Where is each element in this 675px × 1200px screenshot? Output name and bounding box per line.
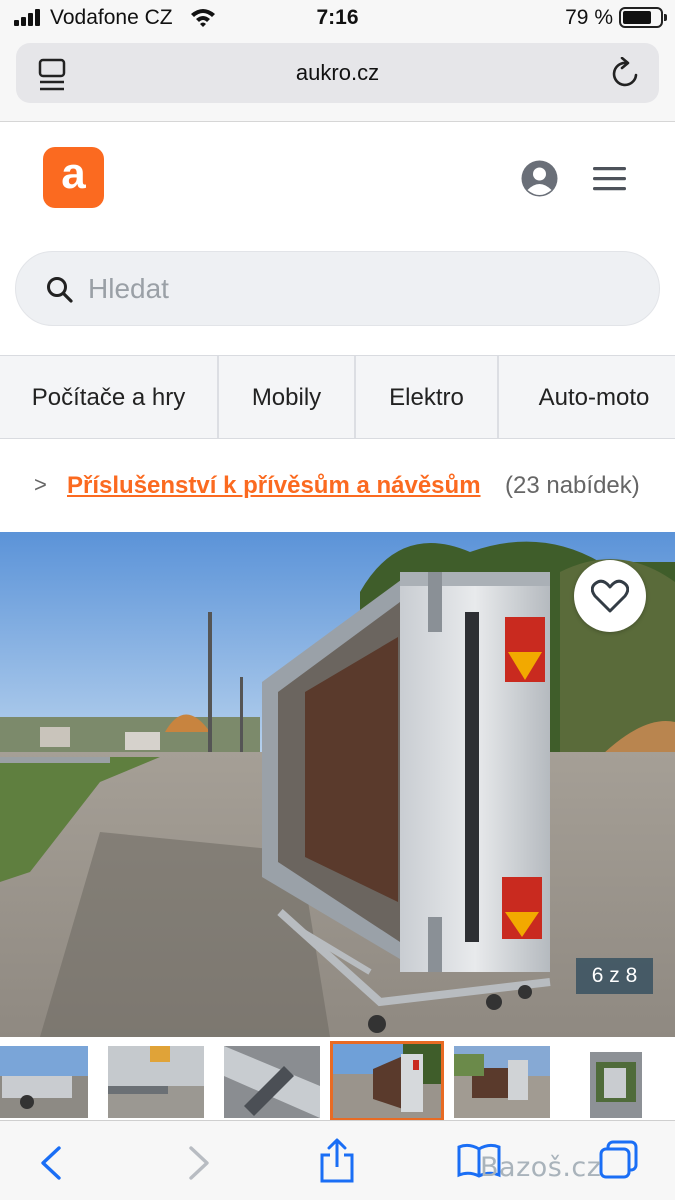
back-chevron-icon[interactable] [38,1145,64,1181]
breadcrumb-current-link[interactable]: Příslušenství k přívěsům a návěsům [67,472,481,500]
bazos-watermark: Bazoš.cz [480,1152,602,1183]
thumbnail-5[interactable] [454,1046,550,1118]
battery-icon [619,7,667,28]
category-tab-pocitace-a-hry[interactable]: Počítače a hry [0,356,219,438]
category-tabs: Počítače a hry Mobily Elektro Auto-moto [0,355,675,439]
status-bar: Vodafone CZ 7:16 79 % [0,0,675,40]
account-icon[interactable] [521,160,558,197]
thumbnail-4-active[interactable] [330,1041,444,1120]
battery-percentage: 79 % [565,6,613,29]
breadcrumb-chevron-icon: > [34,472,47,497]
reload-icon[interactable] [611,57,641,89]
thumbnail-1[interactable] [0,1046,88,1118]
search-bar[interactable] [15,251,660,326]
share-icon[interactable] [318,1137,356,1185]
forward-chevron-icon[interactable] [186,1145,212,1181]
category-tab-elektro[interactable]: Elektro [356,356,499,438]
search-input[interactable] [88,266,628,312]
breadcrumb: o > Příslušenství k přívěsům a návěsům (… [0,462,675,510]
product-photo[interactable] [0,532,675,1037]
offer-count: (23 nabídek) [505,472,640,499]
search-icon[interactable] [46,276,74,304]
favorite-button[interactable] [574,560,646,632]
heart-icon [591,579,629,613]
thumbnail-6[interactable] [570,1046,666,1118]
aukro-logo[interactable]: a [43,147,104,208]
thumbnail-strip [0,1040,675,1120]
browser-address-area: aukro.cz [0,40,675,122]
thumbnail-3[interactable] [224,1046,320,1118]
photo-counter: 6 z 8 [576,958,653,994]
site-header: a [0,122,675,234]
address-bar[interactable]: aukro.cz [16,43,659,103]
url-text[interactable]: aukro.cz [16,60,659,86]
browser-toolbar: Bazoš.cz [0,1120,675,1200]
hamburger-menu-icon[interactable] [593,166,627,192]
category-tab-auto-moto[interactable]: Auto-moto [499,356,675,438]
category-tab-mobily[interactable]: Mobily [219,356,356,438]
tabs-icon[interactable] [598,1139,640,1181]
product-gallery[interactable]: 6 z 8 [0,532,675,1037]
thumbnail-2[interactable] [108,1046,204,1118]
